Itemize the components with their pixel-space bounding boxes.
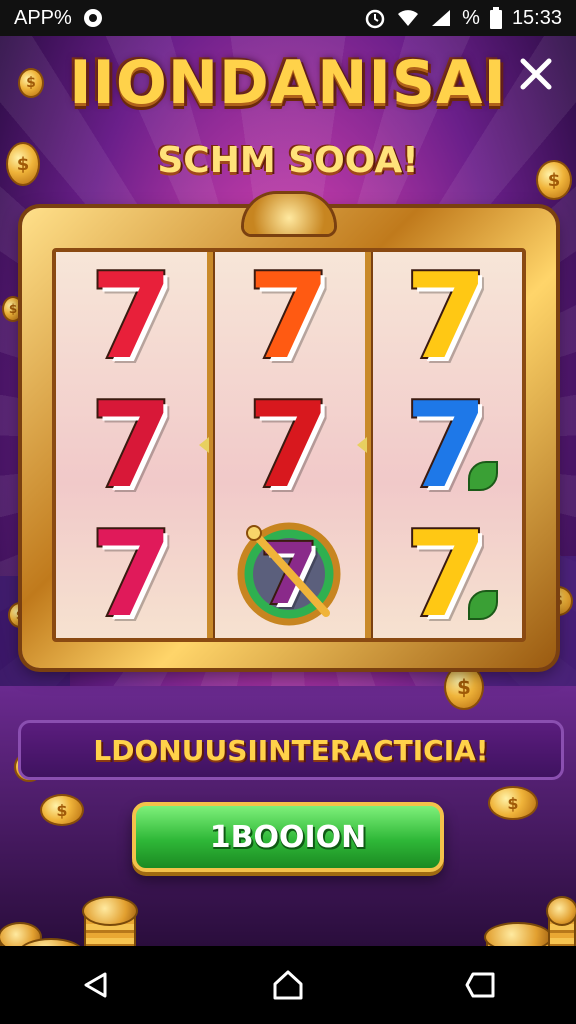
reel-symbol: 7 — [229, 375, 349, 514]
back-icon — [84, 972, 107, 998]
seven-symbol: 7 — [246, 247, 332, 386]
coin-icon: $ — [2, 296, 24, 322]
status-bar: APP% % 15:33 — [0, 0, 576, 36]
leaf-icon — [468, 589, 499, 620]
seven-symbol: 7 — [89, 504, 175, 643]
seven-symbol: 7 — [89, 375, 175, 514]
status-app-label: APP% — [14, 6, 72, 29]
reel-symbol: 7 — [386, 513, 506, 635]
reel-symbol: 7 — [386, 384, 506, 506]
reel-arrow-icon — [199, 437, 210, 453]
recents-icon — [465, 972, 495, 998]
seven-symbol: 7 — [89, 247, 175, 386]
seven-symbol: 7 — [403, 247, 489, 386]
recents-button[interactable] — [450, 955, 510, 1015]
reel-symbol: 7 — [72, 247, 192, 386]
reel-symbol: 7 — [72, 375, 192, 514]
leaf-icon — [468, 460, 499, 491]
cross-stick-icon — [245, 524, 330, 617]
battery-icon — [489, 7, 502, 29]
back-button[interactable] — [66, 955, 126, 1015]
battery-text: % — [462, 6, 480, 29]
frame-crest — [244, 194, 334, 234]
wifi-icon — [396, 8, 420, 28]
reel-symbol: 7 — [72, 504, 192, 643]
reels-window: 7 7 7 7 7 7 7 7 7 — [52, 248, 526, 642]
status-time: 15:33 — [511, 6, 562, 29]
page-subtitle: SCHM SOOA! — [157, 140, 419, 181]
promo-banner: LDONUUSIINTERACTICIA! — [18, 720, 564, 780]
coin-icon: $ — [488, 786, 538, 820]
home-icon — [273, 970, 303, 1000]
coin-icon: $ — [40, 794, 84, 826]
reel-1: 7 7 7 — [56, 252, 207, 638]
close-button[interactable] — [512, 50, 560, 98]
page-title: IIONDANISAI — [69, 48, 507, 118]
reel-symbol: 7 — [229, 247, 349, 386]
home-button[interactable] — [258, 955, 318, 1015]
coin-icon: $ — [444, 664, 484, 710]
reel-symbol: 7 — [229, 514, 349, 634]
reel-2: 7 7 7 — [199, 247, 364, 638]
bonus-button[interactable]: 1BOOION — [132, 802, 444, 872]
reel-symbol: 7 — [386, 247, 506, 386]
slot-machine-frame: 7 7 7 7 7 7 7 7 7 — [22, 194, 556, 668]
reel-3: 7 7 7 — [356, 247, 522, 638]
close-icon — [520, 58, 552, 90]
notification-app-icon — [82, 7, 104, 29]
system-nav-bar — [0, 946, 576, 1024]
seven-symbol: 7 — [246, 375, 332, 514]
signal-icon — [430, 8, 452, 28]
reel-arrow-icon — [356, 437, 367, 453]
alarm-icon — [364, 7, 386, 29]
